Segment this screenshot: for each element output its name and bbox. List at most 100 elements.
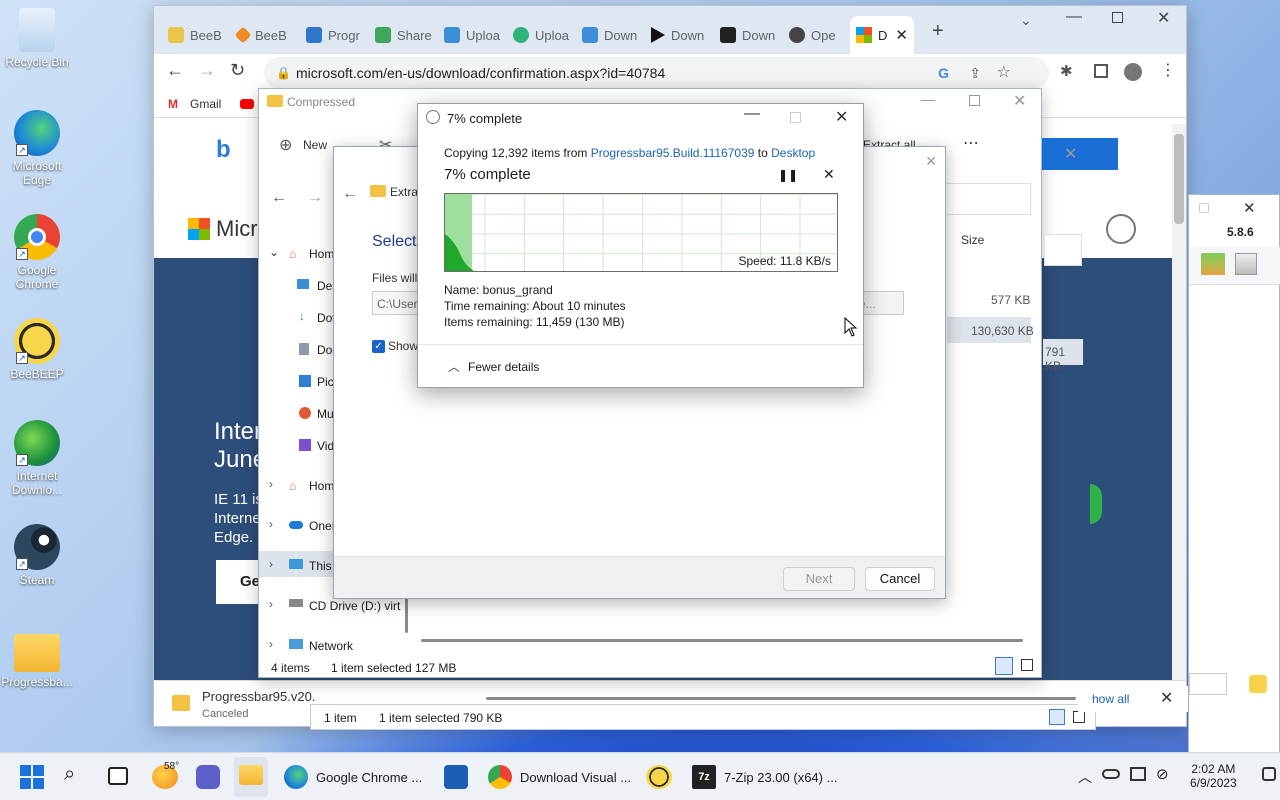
explorer-close-button[interactable]: ✕ <box>1013 91 1026 111</box>
tab-search-icon[interactable]: ⌄ <box>1020 12 1032 29</box>
chevron-right-icon[interactable]: › <box>269 517 273 531</box>
chevron-right-icon[interactable]: › <box>269 597 273 611</box>
7zip-input[interactable] <box>1189 673 1227 695</box>
desktop-icon-beebeep[interactable]: ↗ BeeBEEP <box>0 318 74 381</box>
progress-close-button[interactable]: ✕ <box>835 107 848 127</box>
minimize-button[interactable]: — <box>1066 8 1082 26</box>
back-dialog-close-icon[interactable]: ✕ <box>1064 144 1077 164</box>
extract-icon[interactable] <box>1201 253 1225 275</box>
new-button[interactable]: New <box>303 138 327 152</box>
delete-icon[interactable] <box>1235 253 1257 275</box>
tab-share[interactable]: Share <box>369 16 438 54</box>
file-explorer-taskbar-button[interactable] <box>234 757 268 797</box>
tab-download-2[interactable]: Down <box>645 16 714 54</box>
notification-icon[interactable] <box>1262 767 1276 781</box>
nav-item-network[interactable]: Network <box>309 639 353 653</box>
tab-upload-1[interactable]: Uploa <box>438 16 507 54</box>
close-tab-icon[interactable]: ✕ <box>895 26 908 44</box>
bookmark-star-icon[interactable]: ☆ <box>997 57 1011 89</box>
bing-icon[interactable]: b <box>216 136 231 164</box>
forward-icon[interactable]: → <box>198 60 216 81</box>
page-blue-button[interactable] <box>1042 138 1118 170</box>
fewer-details-button[interactable]: Fewer details <box>468 360 539 374</box>
google-lens-icon[interactable]: G <box>938 57 949 89</box>
start-windows-icon[interactable] <box>20 765 44 789</box>
explorer-minimize-button[interactable]: — <box>921 91 935 107</box>
chevron-up-icon[interactable]: ︿ <box>448 358 460 375</box>
nav-item-videos[interactable]: Vid <box>317 439 334 453</box>
menu-kebab-icon[interactable]: ⋮ <box>1160 60 1176 80</box>
destination-link[interactable]: Desktop <box>771 146 815 160</box>
tab-progressbar[interactable]: Progr <box>300 16 369 54</box>
youtube-icon[interactable] <box>240 99 254 109</box>
display-icon[interactable] <box>1130 767 1146 781</box>
explorer-search-box[interactable] <box>945 183 1031 215</box>
desktop-icon-progressbar-folder[interactable]: Progressba... <box>0 628 74 689</box>
tab-download-1[interactable]: Down <box>576 16 645 54</box>
desktop-icon-chrome[interactable]: ↗ Google Chrome <box>0 214 74 291</box>
back-search-box[interactable] <box>1044 234 1082 266</box>
tab-beebeep-1[interactable]: BeeB <box>162 16 231 54</box>
share-page-icon[interactable]: ⇪ <box>969 57 981 89</box>
wizard-close-icon[interactable]: ✕ <box>925 153 937 170</box>
7zip-close-icon[interactable]: ✕ <box>1243 199 1256 217</box>
show-files-checkbox[interactable]: ✓ <box>372 340 385 353</box>
nav-item-home[interactable]: Hom <box>309 247 334 261</box>
back-icon[interactable]: ← <box>166 60 184 81</box>
wizard-path-input[interactable]: C:\User <box>372 291 420 315</box>
nav-item-onedrive[interactable]: OneI <box>309 519 335 533</box>
page-scrollbar[interactable] <box>1172 124 1186 680</box>
new-tab-button[interactable]: + <box>932 20 944 43</box>
chevron-right-icon[interactable]: › <box>269 637 273 651</box>
onedrive-cloud-icon[interactable] <box>1102 769 1120 779</box>
progress-maximize-button[interactable] <box>790 112 801 123</box>
teams-chat-icon[interactable] <box>196 765 220 789</box>
tab-beebeep-2[interactable]: BeeB <box>231 16 300 54</box>
reload-icon[interactable]: ↻ <box>230 60 245 81</box>
taskbar-7zip-button[interactable]: 7z 7-Zip 23.00 (x64) ... <box>692 761 872 793</box>
stop-icon[interactable]: ✕ <box>823 166 835 183</box>
pause-icon[interactable]: ❚❚ <box>778 168 798 182</box>
address-bar[interactable]: 🔒 microsoft.com/en-us/download/confirmat… <box>264 57 1049 89</box>
extensions-icon[interactable]: ✱ <box>1060 62 1073 80</box>
explorer-h-scrollbar[interactable] <box>421 639 1023 642</box>
7zip-broom-icon[interactable] <box>1249 675 1267 693</box>
profile-avatar[interactable] <box>1124 63 1142 81</box>
desktop-icon-recycle-bin[interactable]: Recycle Bin <box>0 8 74 69</box>
details-view-icon[interactable] <box>1049 709 1065 725</box>
horizontal-scrollbar[interactable] <box>486 697 1076 700</box>
store-icon[interactable] <box>444 765 468 789</box>
next-button[interactable]: Next <box>783 567 855 591</box>
tab-open[interactable]: Ope <box>783 16 852 54</box>
bookmark-gmail[interactable]: Gmail <box>190 97 221 111</box>
tab-microsoft-active[interactable]: D ✕ <box>850 16 914 54</box>
column-header-size[interactable]: Size <box>961 233 984 247</box>
nav-item-cd-drive[interactable]: CD Drive (D:) virt <box>309 599 400 613</box>
close-window-button[interactable]: ✕ <box>1157 8 1170 28</box>
account-icon[interactable] <box>1106 214 1136 244</box>
beebeep-taskbar-icon[interactable] <box>646 765 672 789</box>
source-link[interactable]: Progressbar95.Build.11167039 <box>591 146 755 160</box>
desktop-icon-edge[interactable]: ↗ Microsoft Edge <box>0 110 74 187</box>
chevron-right-icon[interactable]: › <box>269 557 273 571</box>
network-status-icon[interactable]: ⊘ <box>1156 765 1169 783</box>
wizard-back-icon[interactable]: ← <box>342 185 358 203</box>
close-download-bar-icon[interactable]: ✕ <box>1160 688 1173 708</box>
search-icon[interactable]: ⌕ <box>64 763 75 786</box>
chevron-right-icon[interactable]: › <box>269 477 273 491</box>
chevron-up-icon[interactable]: ︿ <box>1078 767 1092 787</box>
tiles-view-icon[interactable] <box>1073 711 1085 723</box>
chevron-down-icon[interactable]: ⌄ <box>269 245 279 259</box>
explorer-forward-icon[interactable]: → <box>307 189 323 207</box>
taskbar-edge-button[interactable]: Google Chrome ... <box>284 761 454 793</box>
desktop-icon-idm[interactable]: ↗ Internet Downlo... <box>0 420 74 497</box>
progress-minimize-button[interactable]: — <box>744 105 760 123</box>
tab-download-3[interactable]: Down <box>714 16 783 54</box>
task-view-icon[interactable] <box>108 767 128 785</box>
explorer-back-icon[interactable]: ← <box>271 189 287 207</box>
cancel-button[interactable]: Cancel <box>865 567 935 591</box>
7zip-maximize-button[interactable] <box>1199 203 1209 213</box>
explorer-tiles-view-icon[interactable] <box>1021 659 1033 671</box>
nav-item-pictures[interactable]: Pic <box>317 375 334 389</box>
clock[interactable]: 2:02 AM 6/9/2023 <box>1190 762 1237 790</box>
